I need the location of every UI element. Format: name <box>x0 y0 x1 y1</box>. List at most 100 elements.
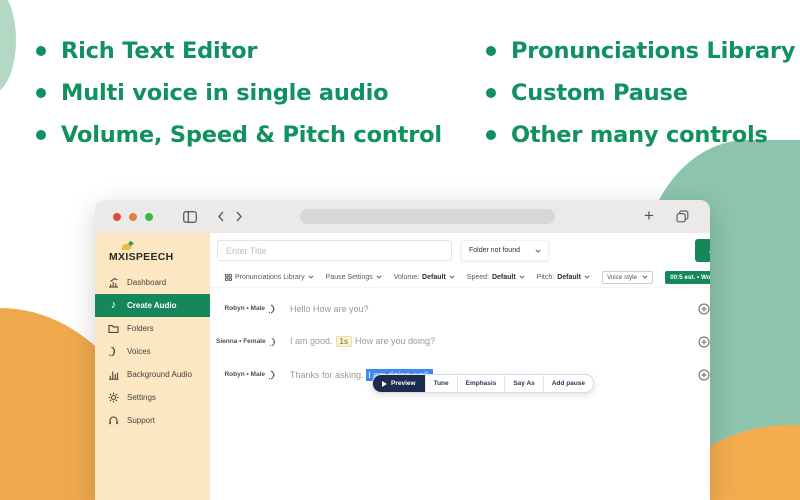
pause-settings-label: Pause Settings <box>325 273 373 281</box>
add-row-icon[interactable] <box>698 336 710 348</box>
title-input[interactable] <box>217 240 452 261</box>
chevron-down-icon <box>535 248 541 253</box>
sidebar-item-label: Folders <box>127 324 154 333</box>
equalizer-icon <box>109 371 119 380</box>
app-body: MXISPEECH Dashboard ♪ Create Audio Folde… <box>95 233 710 500</box>
feature-item: Volume, Speed & Pitch control <box>36 114 442 156</box>
speed-label: Speed: <box>466 273 489 281</box>
minimize-window-button[interactable] <box>129 212 137 221</box>
sidebar-item-support[interactable]: Support <box>95 409 210 432</box>
pitch-value: Default <box>557 273 581 281</box>
feature-item: Custom Pause <box>486 72 800 114</box>
sidebar-item-dashboard[interactable]: Dashboard <box>95 271 210 294</box>
browser-window: + MXISPEECH Dashboard ♪ Create Audio Fol… <box>95 200 710 500</box>
bullet-dot <box>486 46 496 56</box>
tune-button[interactable]: Tune <box>424 375 457 392</box>
bullet-dot <box>36 88 46 98</box>
sentence-fragment: How are you doing? <box>354 336 436 346</box>
sentence-fragment: Thanks for asking. <box>290 369 364 380</box>
bullet-dot <box>36 46 46 56</box>
chevron-down-icon <box>519 275 525 279</box>
sidebar-item-voices[interactable]: Voices <box>95 340 210 363</box>
speed-dropdown[interactable]: Speed: Default <box>467 274 525 281</box>
sidebar-item-label: Settings <box>127 393 156 402</box>
sidebar-item-create-audio[interactable]: ♪ Create Audio <box>95 294 210 317</box>
feature-label: Multi voice in single audio <box>61 80 389 106</box>
close-window-button[interactable] <box>113 212 121 221</box>
gear-icon <box>108 392 119 403</box>
create-audio-button[interactable]: ♪ Create Audio <box>695 239 710 262</box>
voice-name: Robyn • Male <box>224 305 265 312</box>
feature-item: Pronunciations Library <box>486 30 800 72</box>
voice-style-select[interactable]: Voice style <box>601 270 654 284</box>
say-as-button[interactable]: Say As <box>504 375 542 392</box>
editor-toolbar: Pronunciations Library Pause Settings Vo… <box>210 267 710 288</box>
speed-value: Default <box>491 273 516 281</box>
sidebar-item-label: Support <box>127 416 156 425</box>
voice-name: Robyn • Male <box>224 371 265 378</box>
browser-forward-icon[interactable] <box>235 210 243 223</box>
preview-label: Preview <box>391 380 416 387</box>
sidebar-item-folders[interactable]: Folders <box>95 317 210 340</box>
tab-overview-icon[interactable] <box>676 210 689 228</box>
music-note-icon: ♪ <box>708 245 710 256</box>
add-row-icon[interactable] <box>698 369 710 381</box>
add-pause-button[interactable]: Add pause <box>542 375 593 392</box>
pause-settings-dropdown[interactable]: Pause Settings <box>326 274 382 281</box>
feature-column-right: Pronunciations Library Custom Pause Othe… <box>486 30 800 156</box>
volume-value: Default <box>422 273 446 281</box>
pitch-dropdown[interactable]: Pitch: Default <box>537 274 590 281</box>
sidebar-item-label: Create Audio <box>127 301 177 310</box>
volume-dropdown[interactable]: Volume: Default <box>394 274 455 281</box>
audio-row: Robyn • Male Thanks for asking. I am doi… <box>210 358 710 393</box>
emphasis-button[interactable]: Emphasis <box>456 375 505 392</box>
feature-item: Rich Text Editor <box>36 30 442 72</box>
add-row-icon[interactable] <box>698 303 710 315</box>
music-note-icon: ♪ <box>110 299 117 311</box>
feature-item: Other many controls <box>486 114 800 156</box>
browser-back-icon[interactable] <box>217 210 225 223</box>
speaker-icon <box>268 370 275 379</box>
new-tab-icon[interactable]: + <box>644 205 654 227</box>
sentence-fragment: I am good. <box>290 336 333 346</box>
feature-label: Custom Pause <box>511 80 688 106</box>
pronunciations-library-dropdown[interactable]: Pronunciations Library <box>225 274 314 281</box>
window-controls <box>113 212 153 221</box>
sentence-text[interactable]: I am good. 1s How are you doing? <box>290 336 435 347</box>
dashboard-icon <box>109 277 118 288</box>
zoom-window-button[interactable] <box>145 212 153 221</box>
voice-selector[interactable]: Sienna • Female <box>216 337 278 347</box>
chevron-down-icon <box>449 275 455 279</box>
folder-icon <box>108 325 119 333</box>
speaker-icon <box>268 304 275 313</box>
voice-style-label: Voice style <box>606 273 638 281</box>
bullet-dot <box>486 88 496 98</box>
folder-select[interactable]: Folder not found <box>461 240 549 261</box>
row-actions <box>698 301 710 316</box>
browser-sidebar-toggle-icon[interactable] <box>183 210 197 223</box>
sidebar-item-settings[interactable]: Settings <box>95 386 210 409</box>
pause-badge[interactable]: 1s <box>335 336 352 347</box>
text-tools-popup: Preview Tune Emphasis Say As Add pause <box>372 374 595 393</box>
feature-item: Multi voice in single audio <box>36 72 442 114</box>
bullet-dot <box>486 130 496 140</box>
headset-icon <box>109 416 118 425</box>
feature-label: Volume, Speed & Pitch control <box>61 122 442 148</box>
editor-header: Folder not found ♪ Create Audio <box>210 233 710 267</box>
voice-selector[interactable]: Robyn • Male <box>216 304 278 314</box>
browser-titlebar: + <box>95 200 710 233</box>
audio-stats-badge: 00:5 est. • Words 19 • Characters 83 <box>665 270 710 284</box>
chevron-down-icon <box>642 275 648 279</box>
sidebar-item-label: Voices <box>127 347 151 356</box>
voice-selector[interactable]: Robyn • Male <box>216 370 278 380</box>
preview-button[interactable]: Preview <box>373 375 425 392</box>
chevron-down-icon <box>584 275 590 279</box>
feature-label: Other many controls <box>511 122 768 148</box>
sentence-text[interactable]: Hello How are you? <box>290 304 369 314</box>
browser-address-bar[interactable] <box>300 209 555 224</box>
feature-label: Pronunciations Library <box>511 38 796 64</box>
sidebar-item-background-audio[interactable]: Background Audio <box>95 363 210 386</box>
volume-label: Volume: <box>393 273 420 281</box>
main-panel: Folder not found ♪ Create Audio Pronunci… <box>210 233 710 500</box>
row-actions <box>698 367 710 382</box>
